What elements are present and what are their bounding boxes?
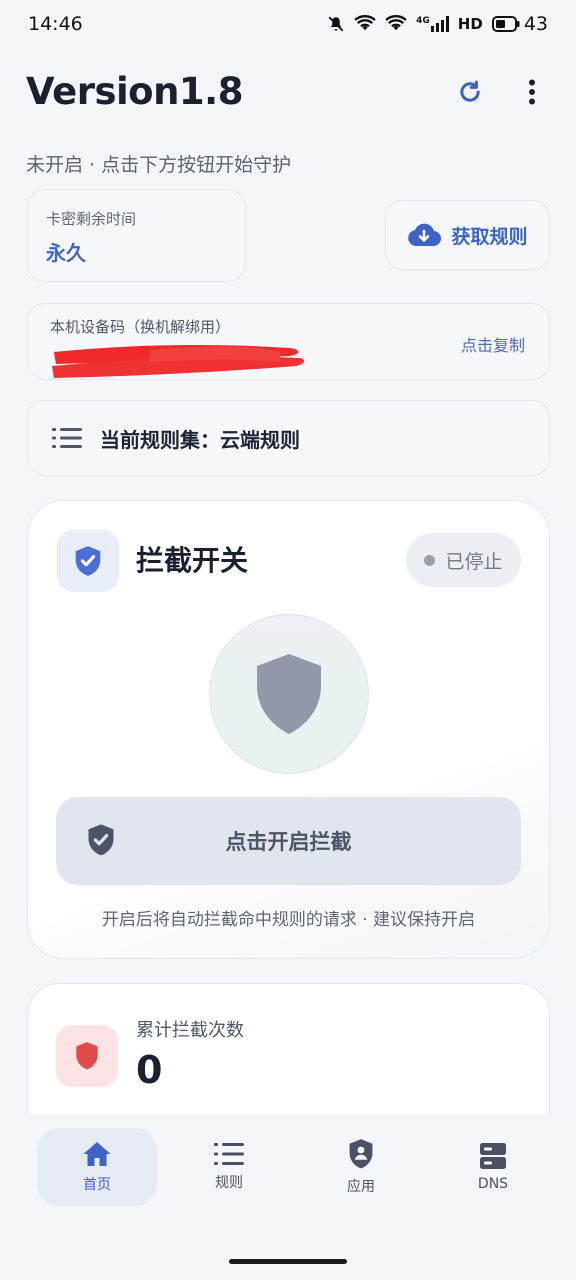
nav-item-dns[interactable]: DNS — [433, 1128, 553, 1206]
get-rules-label: 获取规则 — [451, 225, 528, 248]
shield-danger-badge — [56, 1025, 118, 1087]
battery-indicator: 43 — [491, 13, 548, 35]
get-rules-button[interactable]: 获取规则 — [385, 200, 550, 270]
status-bar: 14:46 4G HD 43 — [0, 0, 576, 48]
nav-label-apps: 应用 — [347, 1179, 375, 1195]
status-badge: 已停止 — [406, 533, 521, 587]
shield-check-icon — [88, 824, 114, 856]
nav-item-apps[interactable]: 应用 — [301, 1128, 421, 1206]
nav-label-rules: 规则 — [215, 1175, 243, 1191]
intercept-count-label: 累计拦截次数 — [136, 1020, 244, 1041]
signal-icon: 4G — [416, 16, 449, 32]
network-type: 4G — [416, 16, 430, 26]
status-subtitle: 未开启 · 点击下方按钮开始守护 — [26, 154, 292, 176]
nav-item-home[interactable]: 首页 — [37, 1128, 157, 1206]
status-dot-icon — [424, 554, 436, 566]
current-ruleset-text: 当前规则集：云端规则 — [100, 427, 300, 452]
enable-intercept-button[interactable]: 点击开启拦截 — [56, 797, 521, 885]
more-vertical-icon — [529, 79, 535, 105]
bottom-navigation: 首页 规则 应用 DNS — [0, 1114, 576, 1280]
home-indicator-bar[interactable] — [229, 1259, 347, 1264]
shield-icon — [76, 1042, 98, 1070]
shield-check-icon — [75, 546, 101, 576]
cloud-download-icon — [408, 223, 442, 247]
license-time-value: 永久 — [46, 241, 86, 265]
shield-icon — [257, 654, 321, 734]
current-ruleset-card[interactable]: 当前规则集：云端规则 — [27, 400, 550, 476]
status-time: 14:46 — [28, 13, 83, 35]
refresh-button[interactable] — [450, 72, 490, 112]
nav-item-rules[interactable]: 规则 — [169, 1128, 289, 1206]
server-icon — [480, 1143, 506, 1169]
shield-check-badge — [57, 530, 119, 592]
wifi-icon — [354, 15, 376, 33]
hd-label: HD — [457, 15, 483, 33]
license-time-label: 卡密剩余时间 — [46, 210, 137, 228]
page-title: Version1.8 — [26, 70, 243, 113]
shield-status-indicator — [209, 614, 369, 774]
wifi-icon-secondary — [385, 15, 407, 33]
battery-level: 43 — [523, 13, 548, 35]
copy-device-code-link[interactable]: 点击复制 — [461, 332, 525, 356]
app-screen: 14:46 4G HD 43 Version1.8 未开启 · 点击下方按钮开始… — [0, 0, 576, 1280]
mute-icon — [327, 15, 345, 33]
license-time-card: 卡密剩余时间 永久 — [27, 189, 246, 282]
battery-icon — [491, 16, 520, 32]
refresh-icon — [460, 80, 480, 102]
intercept-switch-card: 拦截开关 已停止 点击开启拦截 开启后将自动拦截命中规则的请求 · 建议保持开启 — [27, 500, 550, 959]
intercept-count-value: 0 — [136, 1048, 163, 1092]
nav-label-dns: DNS — [477, 1176, 509, 1192]
nav-label-home: 首页 — [83, 1177, 111, 1193]
redacted-device-code — [52, 345, 305, 378]
enable-intercept-label: 点击开启拦截 — [225, 830, 352, 854]
home-icon — [83, 1142, 111, 1166]
more-options-button[interactable] — [512, 72, 552, 112]
shield-user-icon — [349, 1139, 373, 1169]
device-code-card: 本机设备码（换机解绑用） 点击复制 — [27, 303, 550, 380]
list-icon — [52, 428, 82, 448]
status-icons: 4G HD 43 — [327, 13, 548, 35]
intercept-hint: 开启后将自动拦截命中规则的请求 · 建议保持开启 — [101, 910, 476, 930]
status-badge-label: 已停止 — [445, 550, 503, 573]
device-code-label: 本机设备码（换机解绑用） — [50, 318, 231, 336]
intercept-switch-title: 拦截开关 — [136, 544, 249, 577]
list-icon — [214, 1143, 244, 1165]
